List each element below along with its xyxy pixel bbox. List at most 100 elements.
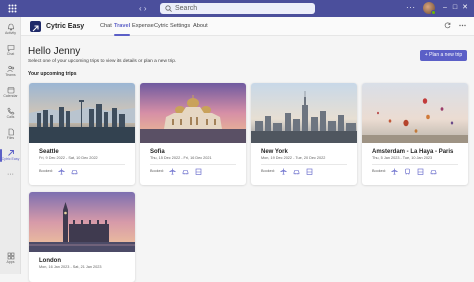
rail-item-cytric-easy[interactable]: Cytric Easy (0, 146, 21, 167)
rail-item-calls[interactable]: Calls (0, 104, 21, 125)
rail-label: Files (6, 136, 15, 140)
more-options-button[interactable]: ··· (406, 3, 416, 12)
rail-label: Chat (6, 52, 15, 56)
tab-settings[interactable]: Settings (170, 22, 190, 31)
divider (261, 164, 347, 165)
rail-item-teams[interactable]: Teams (0, 62, 21, 83)
refresh-icon[interactable] (444, 22, 451, 32)
train-icon (405, 168, 410, 175)
trip-city: Amsterdam - La Haya - Paris (372, 149, 454, 155)
divider (372, 164, 458, 165)
hotel-icon (195, 168, 202, 175)
flight-icon (391, 168, 398, 175)
header-actions (438, 22, 466, 32)
booked-icons (58, 168, 84, 175)
search-icon (165, 5, 172, 12)
car-icon (182, 170, 189, 175)
trip-card-new-york[interactable]: New York Mon, 19 Dec 2022 - Tue, 20 Dec … (251, 83, 357, 185)
booked-icons (169, 168, 208, 175)
calendar-icon (7, 87, 14, 94)
rail-item-files[interactable]: Files (0, 125, 21, 146)
chat-icon (7, 45, 14, 52)
london-big-ben-photo (29, 192, 135, 252)
apps-icon (7, 252, 14, 260)
booked-label: Booked: (261, 169, 275, 173)
flight-icon (58, 168, 65, 175)
booked-label: Booked: (150, 169, 164, 173)
plan-new-trip-button[interactable]: + Plan a new trip (420, 50, 467, 61)
trip-city: Sofia (150, 149, 165, 155)
trip-card-london[interactable]: London Mon, 16 Jan 2023 - Sat, 21 Jan 20… (29, 192, 135, 282)
rail-item-activity[interactable]: Activity (0, 20, 21, 41)
search-input[interactable]: Search (160, 3, 315, 14)
rail-item-chat[interactable]: Chat (0, 41, 21, 62)
page-subtitle: Select one of your upcoming trips to vie… (28, 59, 177, 64)
tab-cytric[interactable]: Cytric (154, 22, 168, 31)
hot-air-balloons-photo (362, 83, 468, 143)
file-icon (8, 128, 14, 136)
trip-card-sofia[interactable]: Sofia Thu, 15 Dec 2022 - Fri, 16 Dec 202… (140, 83, 246, 185)
rail-item-calendar[interactable]: Calendar (0, 83, 21, 104)
sofia-cathedral-photo (140, 83, 246, 143)
tab-travel[interactable]: Travel (114, 22, 131, 36)
trip-city: London (39, 258, 61, 264)
trip-dates: Fri, 9 Dec 2022 - Sat, 10 Dec 2022 (39, 156, 98, 160)
rail-item-more[interactable]: ··· (0, 167, 21, 188)
new-york-skyline-photo (251, 83, 357, 143)
divider (39, 164, 125, 165)
flight-icon (169, 168, 176, 175)
rail-label: Calendar (3, 94, 18, 98)
trip-city: Seattle (39, 149, 59, 155)
hotel-icon (306, 168, 313, 175)
page-title: Hello Jenny (28, 46, 81, 57)
phone-icon (7, 107, 14, 115)
tab-expense[interactable]: Expense (132, 22, 154, 31)
forward-icon[interactable]: › (144, 4, 147, 13)
booked-label: Booked: (372, 169, 386, 173)
search-placeholder: Search (175, 5, 198, 12)
app-name: Cytric Easy (46, 23, 85, 30)
booked-icons (280, 168, 319, 175)
trip-dates: Thu, 5 Jan 2023 - Tue, 10 Jan 2023 (372, 156, 433, 160)
trip-card-seattle[interactable]: Seattle Fri, 9 Dec 2022 - Sat, 10 Dec 20… (29, 83, 135, 185)
booked-icons (391, 168, 443, 175)
app-launcher-icon[interactable] (8, 4, 17, 13)
more-icon: ··· (7, 171, 14, 178)
rail-label: Cytric Easy (1, 157, 20, 161)
rail-label: Calls (6, 115, 15, 119)
divider (150, 164, 236, 165)
trip-dates: Mon, 16 Jan 2023 - Sat, 21 Jan 2023 (39, 265, 102, 269)
tab-chat[interactable]: Chat (100, 22, 112, 31)
car-icon (430, 170, 437, 175)
trip-city: New York (261, 149, 288, 155)
app-icon (7, 150, 14, 156)
history-nav: ‹ › (139, 4, 147, 13)
back-icon[interactable]: ‹ (139, 4, 142, 13)
window-controls: – □ ✕ (440, 2, 470, 13)
maximize-button[interactable]: □ (450, 2, 460, 13)
flight-icon (280, 168, 287, 175)
app-header: Cytric Easy Chat Travel Expense Cytric S… (21, 17, 474, 36)
car-icon (293, 170, 300, 175)
section-title: Your upcoming trips (28, 71, 77, 77)
seattle-skyline-photo (29, 83, 135, 143)
title-bar: ‹ › Search ··· – □ ✕ (0, 0, 474, 17)
presence-status-icon (431, 10, 436, 15)
travel-page: Hello Jenny Select one of your upcoming … (21, 37, 474, 282)
cytric-logo-icon (30, 21, 41, 32)
teams-icon (7, 65, 14, 73)
bell-icon (7, 23, 14, 31)
trip-card-amsterdam[interactable]: Amsterdam - La Haya - Paris Thu, 5 Jan 2… (362, 83, 468, 185)
rail-label: Apps (6, 260, 15, 264)
trip-dates: Mon, 19 Dec 2022 - Tue, 20 Dec 2022 (261, 156, 326, 160)
hotel-icon (417, 168, 424, 175)
booked-label: Booked: (39, 169, 53, 173)
rail-item-apps[interactable]: Apps (0, 249, 21, 270)
rail-label: Activity (4, 31, 17, 35)
app-rail: Activity Chat Teams Calendar Calls Files… (0, 17, 21, 274)
minimize-button[interactable]: – (440, 2, 450, 13)
more-options-icon[interactable] (459, 22, 466, 32)
trip-dates: Thu, 15 Dec 2022 - Fri, 16 Dec 2021 (150, 156, 212, 160)
close-button[interactable]: ✕ (460, 2, 470, 13)
tab-about[interactable]: About (193, 22, 208, 31)
